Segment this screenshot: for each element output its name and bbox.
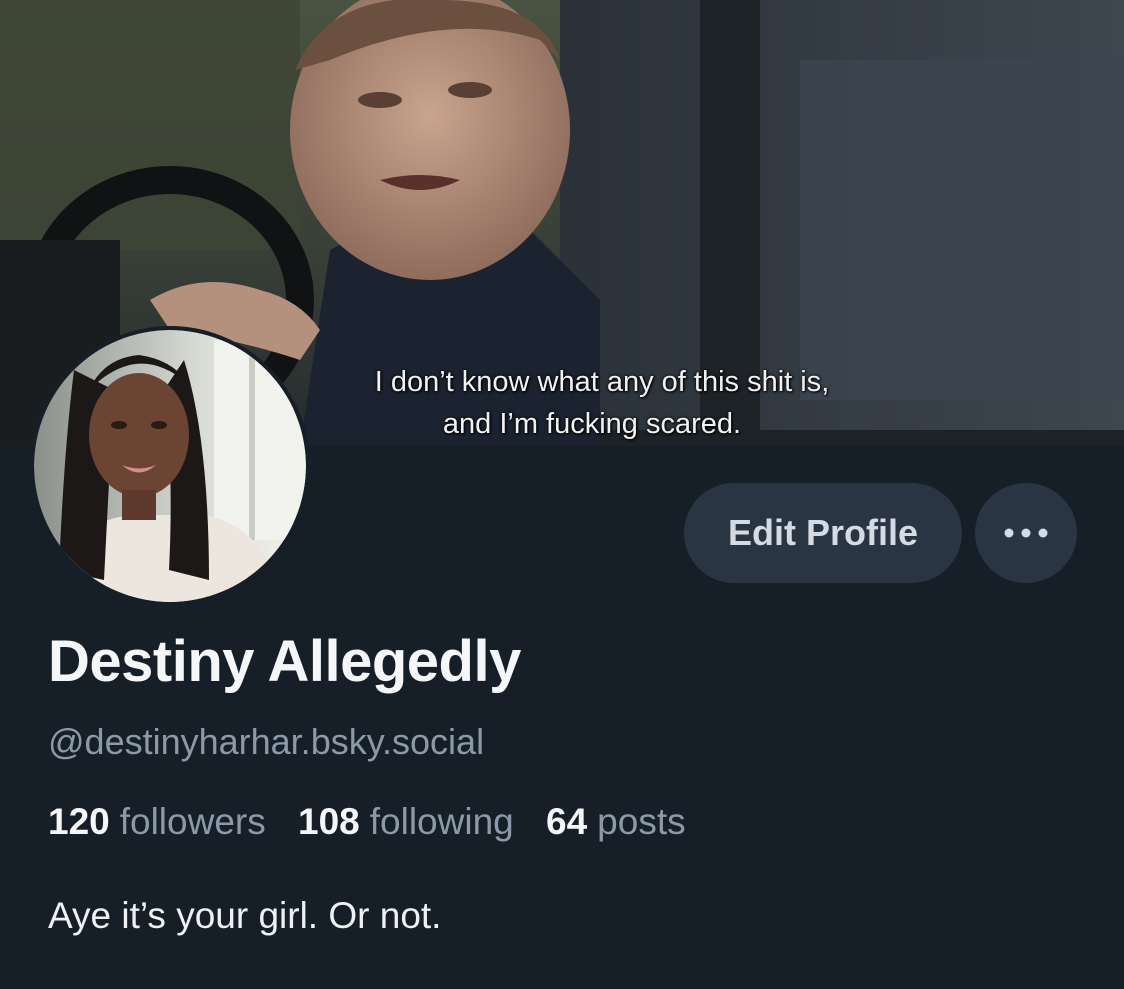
more-options-button[interactable] — [975, 483, 1077, 583]
posts-label: posts — [597, 801, 686, 842]
profile-page: I don’t know what any of this shit is, a… — [0, 0, 1124, 989]
profile-avatar[interactable] — [30, 326, 310, 606]
following-count: 108 — [298, 801, 360, 842]
display-name: Destiny Allegedly — [48, 629, 521, 694]
followers-label: followers — [119, 801, 266, 842]
profile-bio: Aye it’s your girl. Or not. — [48, 895, 442, 936]
following-label: following — [369, 801, 514, 842]
posts-count: 64 — [546, 801, 588, 842]
ellipsis-icon — [1004, 528, 1048, 538]
avatar-image — [34, 330, 306, 602]
following-link[interactable]: 108 following — [298, 796, 514, 848]
followers-count: 120 — [48, 801, 110, 842]
posts-stat: 64 posts — [546, 796, 686, 848]
profile-handle: @destinyharhar.bsky.social — [48, 721, 485, 762]
edit-profile-button[interactable]: Edit Profile — [684, 483, 962, 583]
profile-stats: 120 followers 108 following 64 posts — [48, 796, 708, 848]
followers-link[interactable]: 120 followers — [48, 796, 266, 848]
